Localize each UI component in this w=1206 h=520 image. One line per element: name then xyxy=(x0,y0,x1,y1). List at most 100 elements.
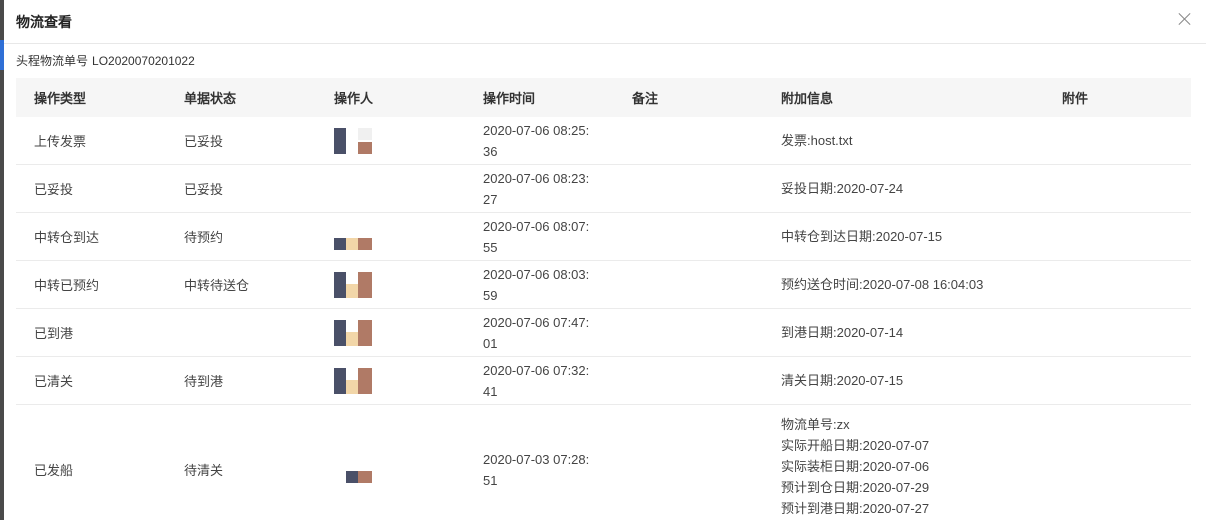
cell-extra-info: 物流单号:zx 实际开船日期:2020-07-07 实际装柜日期:2020-07-0… xyxy=(763,405,1044,520)
operator-avatar xyxy=(334,319,372,346)
cell-attachment xyxy=(1044,357,1191,404)
header-extra-info: 附加信息 xyxy=(781,91,834,106)
avatar-pixel xyxy=(358,127,372,140)
extra-info-lines: 清关日期:2020-07-15 xyxy=(781,370,903,391)
cell-operator xyxy=(316,309,465,356)
table-body: 上传发票 已妥投 2020-07-06 08:25:36 发票:host.txt 已妥投… xyxy=(16,117,1191,520)
extra-info-line: 物流单号:zx xyxy=(781,416,850,432)
cell-operator xyxy=(316,117,465,164)
cell-operation-time: 2020-07-06 08:23:27 xyxy=(465,165,614,212)
operation-time-text: 2020-07-06 08:23:27 xyxy=(483,170,590,207)
cell-document-status: 待清关 xyxy=(184,463,224,478)
table-row: 上传发票 已妥投 2020-07-06 08:25:36 发票:host.txt xyxy=(16,117,1191,165)
cell-operation-type: 中转已预约 xyxy=(34,278,100,293)
operation-time-text: 2020-07-06 08:03:59 xyxy=(483,266,590,303)
order-number-line: 头程物流单号 LO2020070201022 xyxy=(16,52,199,69)
order-number-label: 头程物流单号 xyxy=(16,54,89,68)
cell-operation-time: 2020-07-06 08:03:59 xyxy=(465,261,614,308)
avatar-pixel xyxy=(346,331,358,346)
extra-info-line: 中转仓到达日期:2020-07-15 xyxy=(781,229,943,244)
operator-avatar xyxy=(334,457,372,483)
cell-operation-time: 2020-07-06 08:07:55 xyxy=(465,213,614,260)
cell-attachment xyxy=(1044,165,1191,212)
header-remark: 备注 xyxy=(632,91,659,106)
cell-operator xyxy=(316,213,465,260)
cell-document-status: 已妥投 xyxy=(184,182,224,197)
avatar-pixel xyxy=(358,237,372,250)
table-row: 已到港 2020-07-06 07:47:01 到港日期:2020-07-14 xyxy=(16,309,1191,357)
cell-operation-type: 已到港 xyxy=(34,326,74,341)
cell-operator xyxy=(316,357,465,404)
operation-time-text: 2020-07-03 07:28:51 xyxy=(483,451,590,488)
avatar-pixel xyxy=(358,319,372,346)
dialog-title: 物流查看 xyxy=(16,14,72,30)
cell-document-status: 待预约 xyxy=(184,230,224,245)
extra-info-line: 发票:host.txt xyxy=(781,133,853,148)
cell-operation-type: 已发船 xyxy=(34,463,74,478)
cell-operation-time: 2020-07-03 07:28:51 xyxy=(465,405,614,520)
operator-avatar xyxy=(334,127,372,154)
cell-operator xyxy=(316,405,465,520)
operation-time-text: 2020-07-06 08:07:55 xyxy=(483,218,590,255)
table-row: 中转仓到达 待预约 2020-07-06 08:07:55 中转仓到达日期:2020-… xyxy=(16,213,1191,261)
cell-document-status: 待到港 xyxy=(184,374,224,389)
extra-info-lines: 妥投日期:2020-07-24 xyxy=(781,178,903,199)
cell-operation-time: 2020-07-06 08:25:36 xyxy=(465,117,614,164)
operation-time-text: 2020-07-06 07:47:01 xyxy=(483,314,590,351)
cell-attachment xyxy=(1044,309,1191,356)
close-icon[interactable] xyxy=(1176,10,1194,28)
cell-extra-info: 发票:host.txt xyxy=(763,117,1044,164)
avatar-pixel xyxy=(358,141,372,154)
header-document-status: 单据状态 xyxy=(184,91,237,106)
cell-operator xyxy=(316,261,465,308)
avatar-pixel xyxy=(358,271,372,298)
cell-extra-info: 中转仓到达日期:2020-07-15 xyxy=(763,213,1044,260)
avatar-pixel xyxy=(358,367,372,394)
extra-info-line: 清关日期:2020-07-15 xyxy=(781,373,904,388)
avatar-pixel xyxy=(346,283,358,298)
cell-operation-type: 上传发票 xyxy=(34,134,87,149)
table-row: 已发船 待清关 2020-07-03 07:28:51 物流单号:zx 实际开船日期:2… xyxy=(16,405,1191,520)
dialog-header: 物流查看 xyxy=(4,0,1206,44)
avatar-pixel xyxy=(334,319,346,346)
extra-info-line: 实际开船日期:2020-07-07 xyxy=(781,437,930,453)
cell-operator xyxy=(316,165,465,212)
table-row: 已妥投 已妥投 2020-07-06 08:23:27 妥投日期:2020-07-24 xyxy=(16,165,1191,213)
operator-avatar xyxy=(334,271,372,298)
cell-extra-info: 预约送仓时间:2020-07-08 16:04:03 xyxy=(763,261,1044,308)
avatar-pixel xyxy=(334,367,346,394)
table-row: 中转已预约 中转待送仓 2020-07-06 08:03:59 预约送仓时间:2020… xyxy=(16,261,1191,309)
extra-info-line: 预约送仓时间:2020-07-08 16:04:03 xyxy=(781,277,984,292)
cell-operation-type: 已妥投 xyxy=(34,182,74,197)
cell-operation-time: 2020-07-06 07:32:41 xyxy=(465,357,614,404)
avatar-pixel xyxy=(346,237,358,250)
avatar-pixel xyxy=(334,127,346,154)
avatar-pixel xyxy=(346,379,358,394)
header-operation-type: 操作类型 xyxy=(34,91,87,106)
operator-avatar xyxy=(334,367,372,394)
avatar-pixel xyxy=(334,237,346,250)
cell-attachment xyxy=(1044,213,1191,260)
extra-info-lines: 物流单号:zx 实际开船日期:2020-07-07 实际装柜日期:2020-07-0… xyxy=(781,414,1001,520)
table-header: 操作类型 单据状态 操作人 操作时间 备注 附加信息 附件 xyxy=(16,78,1191,117)
operation-time-text: 2020-07-06 08:25:36 xyxy=(483,122,590,159)
cell-extra-info: 清关日期:2020-07-15 xyxy=(763,357,1044,404)
header-operation-time: 操作时间 xyxy=(483,91,536,106)
cell-operation-type: 已清关 xyxy=(34,374,74,389)
logistics-dialog: 物流查看 头程物流单号 LO2020070201022 操作类型 单据状态 操作人… xyxy=(4,0,1206,520)
cell-remark xyxy=(614,309,763,356)
cell-remark xyxy=(614,357,763,404)
cell-extra-info: 到港日期:2020-07-14 xyxy=(763,309,1044,356)
cell-extra-info: 妥投日期:2020-07-24 xyxy=(763,165,1044,212)
cell-attachment xyxy=(1044,117,1191,164)
extra-info-line: 到港日期:2020-07-14 xyxy=(781,325,904,340)
order-number-value: LO2020070201022 xyxy=(92,54,195,68)
cell-remark xyxy=(614,213,763,260)
cell-remark xyxy=(614,165,763,212)
cell-document-status: 已妥投 xyxy=(184,134,224,149)
avatar-pixel xyxy=(334,271,346,298)
cell-document-status: 中转待送仓 xyxy=(184,278,250,293)
cell-remark xyxy=(614,261,763,308)
logistics-table: 操作类型 单据状态 操作人 操作时间 备注 附加信息 附件 上传发票 已妥投 202… xyxy=(16,78,1191,520)
header-attachment: 附件 xyxy=(1062,91,1089,106)
